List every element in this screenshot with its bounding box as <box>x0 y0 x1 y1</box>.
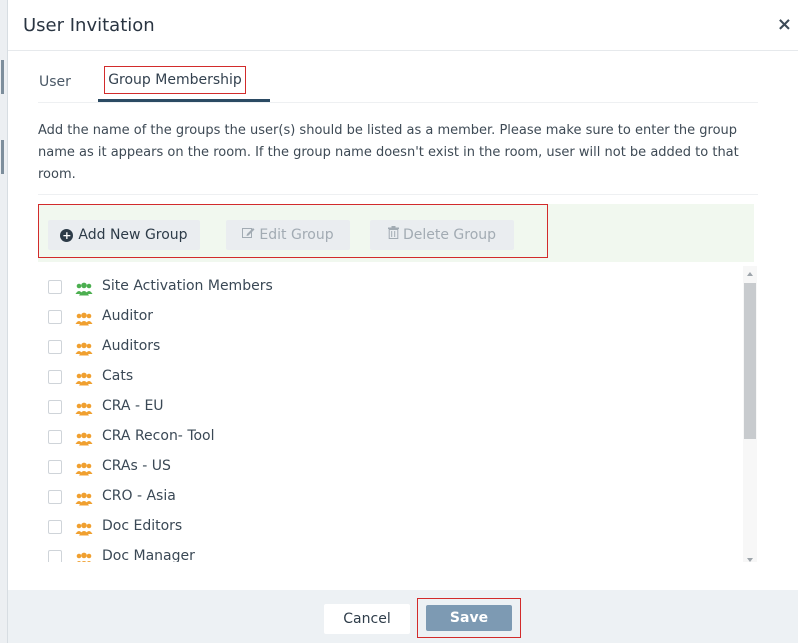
background-marker <box>1 140 4 174</box>
list-item: Cats <box>38 366 718 396</box>
group-name: Site Activation Members <box>102 278 273 294</box>
save-highlight: Save <box>417 598 521 638</box>
users-group-icon <box>75 401 93 416</box>
users-group-icon <box>75 281 93 296</box>
group-checkbox[interactable] <box>48 460 62 474</box>
dialog-header: User Invitation × <box>8 0 798 51</box>
users-group-icon <box>75 431 93 446</box>
group-name: CRO - Asia <box>102 488 176 504</box>
group-name: Auditors <box>102 338 161 354</box>
list-item: Site Activation Members <box>38 276 718 306</box>
dialog-title: User Invitation <box>23 15 155 36</box>
tab-group-membership[interactable]: Group Membership <box>104 66 246 94</box>
group-name: Doc Manager <box>102 548 195 562</box>
group-checkbox[interactable] <box>48 280 62 294</box>
group-toolbar: + Add New Group Edit Group Delete Group <box>38 204 754 262</box>
list-scrollbar[interactable] <box>743 266 757 562</box>
delete-group-label: Delete Group <box>402 227 497 243</box>
save-button[interactable]: Save <box>426 605 512 631</box>
scroll-down-arrow-icon[interactable] <box>747 558 753 562</box>
group-checkbox[interactable] <box>48 520 62 534</box>
group-checkbox[interactable] <box>48 310 62 324</box>
users-group-icon <box>75 341 93 356</box>
group-checkbox[interactable] <box>48 430 62 444</box>
users-group-icon <box>75 521 93 536</box>
users-group-icon <box>75 551 93 562</box>
group-name: Cats <box>102 368 134 384</box>
group-list: Site Activation Members Auditor Auditors… <box>38 266 752 562</box>
group-name: CRAs - US <box>102 458 171 474</box>
users-group-icon <box>75 461 93 476</box>
background-window-edge <box>0 0 8 643</box>
add-new-group-label: Add New Group <box>78 227 188 243</box>
group-checkbox[interactable] <box>48 340 62 354</box>
list-item: CRA Recon- Tool <box>38 426 718 456</box>
users-group-icon <box>75 311 93 326</box>
group-name: Doc Editors <box>102 518 183 534</box>
group-name: CRA - EU <box>102 398 164 414</box>
list-item: CRAs - US <box>38 456 718 486</box>
group-name: CRA Recon- Tool <box>102 428 215 444</box>
section-divider <box>38 194 758 195</box>
cancel-button[interactable]: Cancel <box>324 604 410 634</box>
add-new-group-button[interactable]: + Add New Group <box>48 220 200 250</box>
edit-group-button[interactable]: Edit Group <box>226 220 350 250</box>
users-group-icon <box>75 491 93 506</box>
tab-divider <box>38 102 758 103</box>
dialog-footer: Cancel Save <box>8 590 798 643</box>
group-name: Auditor <box>102 308 154 324</box>
group-checkbox[interactable] <box>48 400 62 414</box>
users-group-icon <box>75 371 93 386</box>
group-checkbox[interactable] <box>48 550 62 562</box>
list-item: Auditors <box>38 336 718 366</box>
user-invitation-dialog: User Invitation × User Group Membership … <box>8 0 798 643</box>
background-marker <box>1 60 4 94</box>
list-item: CRA - EU <box>38 396 718 426</box>
tab-user[interactable]: User <box>39 74 71 90</box>
plus-circle-icon: + <box>60 229 74 242</box>
edit-group-label: Edit Group <box>259 227 334 243</box>
scrollbar-thumb[interactable] <box>744 283 756 439</box>
instructions-text: Add the name of the groups the user(s) s… <box>38 123 739 182</box>
trash-icon <box>387 220 399 250</box>
list-item: Doc Manager <box>38 546 718 562</box>
list-item: Auditor <box>38 306 718 336</box>
pencil-icon <box>242 220 255 250</box>
group-checkbox[interactable] <box>48 490 62 504</box>
group-checkbox[interactable] <box>48 370 62 384</box>
scroll-up-arrow-icon[interactable] <box>747 272 753 276</box>
list-item: CRO - Asia <box>38 486 718 516</box>
close-icon[interactable]: × <box>777 14 792 35</box>
delete-group-button[interactable]: Delete Group <box>370 220 514 250</box>
list-item: Doc Editors <box>38 516 718 546</box>
